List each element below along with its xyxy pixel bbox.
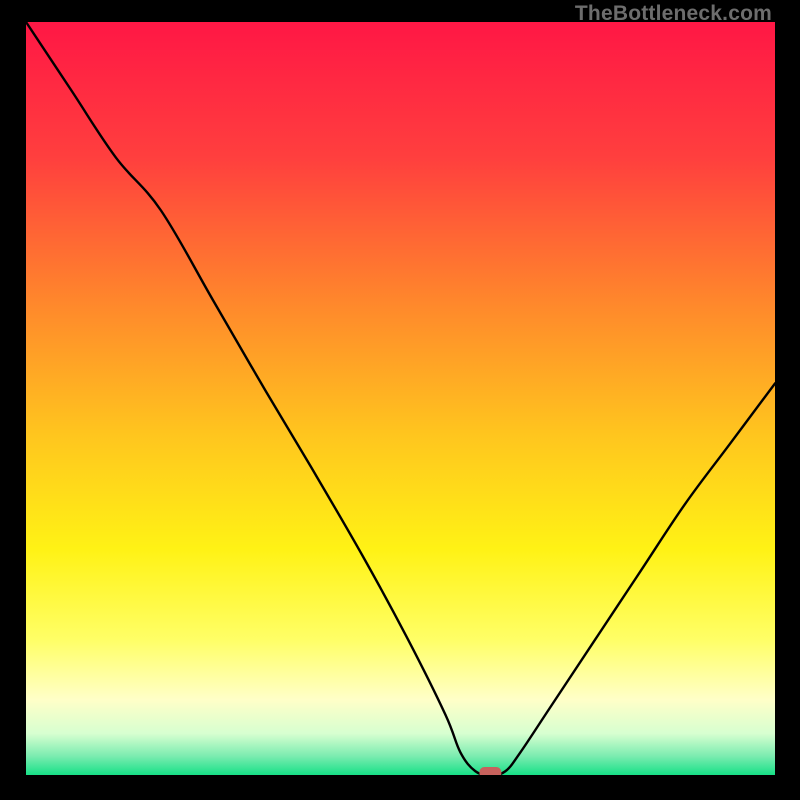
plot-area: [26, 22, 775, 775]
optimal-point-marker: [479, 767, 501, 775]
gradient-background: [26, 22, 775, 775]
bottleneck-chart: [26, 22, 775, 775]
chart-frame: TheBottleneck.com: [0, 0, 800, 800]
